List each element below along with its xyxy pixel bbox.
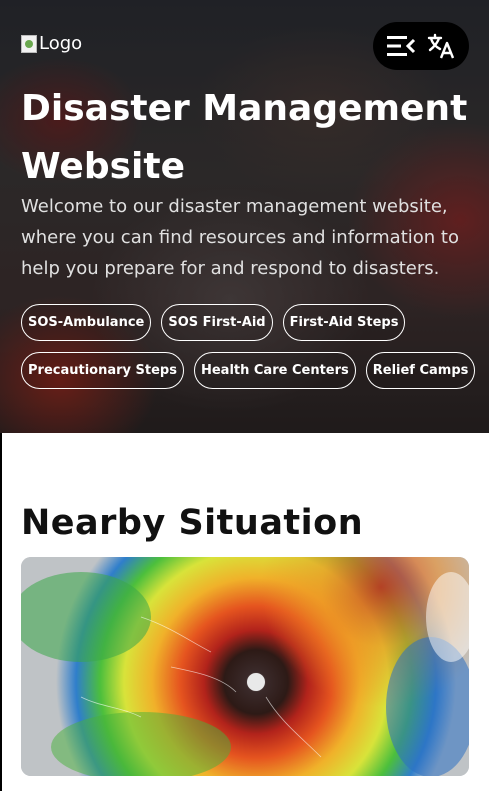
site-logo[interactable]: Logo <box>21 33 82 54</box>
chip-health-care-centers[interactable]: Health Care Centers <box>193 352 356 389</box>
chip-relief-camps[interactable]: Relief Camps <box>365 352 476 389</box>
quick-links: SOS-Ambulance SOS First-Aid First-Aid St… <box>21 304 476 389</box>
nearby-situation-title: Nearby Situation <box>21 503 364 543</box>
chip-precautionary-steps[interactable]: Precautionary Steps <box>21 352 184 389</box>
menu-collapse-icon[interactable] <box>385 30 417 62</box>
chip-sos-ambulance[interactable]: SOS-Ambulance <box>21 304 152 341</box>
intro-text: Welcome to our disaster management websi… <box>21 196 459 279</box>
broken-image-icon <box>21 34 37 53</box>
chip-sos-first-aid[interactable]: SOS First-Aid <box>161 304 273 341</box>
chip-first-aid-steps[interactable]: First-Aid Steps <box>282 304 406 341</box>
left-border <box>0 433 2 791</box>
translate-icon[interactable] <box>425 30 457 62</box>
page-title: Disaster Management Website <box>21 88 468 187</box>
header-controls <box>373 22 469 70</box>
logo-alt-text: Logo <box>39 33 83 54</box>
hero-section: Logo Disaster Management Website Welcome… <box>0 0 489 433</box>
hurricane-satellite-image <box>21 557 469 776</box>
